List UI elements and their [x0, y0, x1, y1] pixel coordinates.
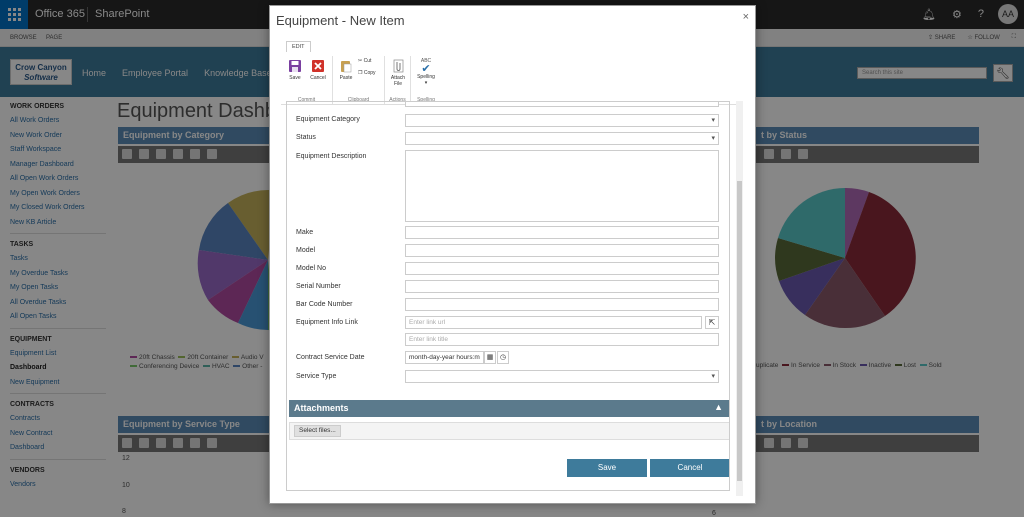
serial-number-label: Serial Number [296, 283, 341, 290]
paste-button[interactable]: Paste [336, 59, 356, 81]
ribbon-group-commit: Save Cancel Commit [281, 56, 333, 104]
paste-label: Paste [339, 75, 353, 81]
open-link-icon[interactable]: ⇱ [705, 316, 719, 329]
new-item-form: Equipment Category Status Equipment Desc… [286, 101, 730, 491]
paperclip-icon [393, 59, 404, 73]
model-no-input[interactable] [405, 262, 719, 275]
save-button[interactable]: Save [567, 459, 647, 477]
attach-label-2: File [393, 81, 403, 87]
calendar-icon[interactable]: ▦ [484, 351, 496, 364]
status-select[interactable] [405, 132, 719, 145]
sharepoint-page: Office 365 SharePoint 🔔︎ ⚙ ? AA BROWSE P… [0, 0, 1024, 517]
scrollbar-thumb[interactable] [737, 181, 742, 481]
new-item-dialog: Equipment - New Item × EDIT Save Cancel … [269, 5, 756, 504]
equipment-category-select[interactable] [405, 114, 719, 127]
close-icon[interactable]: × [743, 11, 749, 23]
dialog-title: Equipment - New Item [276, 13, 405, 28]
attach-file-button[interactable]: Attach File [387, 59, 409, 87]
cancel-button[interactable]: Cancel [650, 459, 729, 477]
equipment-description-label: Equipment Description [296, 153, 367, 160]
service-type-label: Service Type [296, 373, 337, 380]
ribbon-group-actions: Attach File Actions [385, 56, 411, 104]
ribbon-group-clipboard: Paste ✂ Cut ❐ Copy Clipboard [333, 56, 385, 104]
cancel-ribbon-label: Cancel [310, 75, 326, 81]
model-no-label: Model No [296, 265, 326, 272]
equipment-info-link-label: Equipment Info Link [296, 319, 358, 326]
copy-label: Copy [363, 70, 376, 76]
bar-code-number-input[interactable] [405, 298, 719, 311]
link-title-input[interactable]: Enter link title [405, 333, 719, 346]
model-label: Model [296, 247, 316, 254]
save-ribbon-label: Save [289, 75, 301, 81]
ribbon-group-spelling: ABC ✔ Spelling ▾ Spelling [411, 56, 441, 104]
service-type-select[interactable] [405, 370, 719, 383]
checkmark-icon: ✔ [421, 63, 431, 75]
copy-icon: ❐ [358, 70, 363, 76]
contract-service-date-label: Contract Service Date [296, 354, 365, 361]
dialog-scrollbar[interactable] [736, 101, 743, 496]
bar-code-number-label: Bar Code Number [296, 301, 353, 308]
spelling-button[interactable]: ABC ✔ Spelling ▾ [414, 58, 438, 86]
make-input[interactable] [405, 226, 719, 239]
status-label: Status [296, 134, 316, 141]
clock-icon[interactable]: ◷ [497, 351, 509, 364]
cancel-ribbon-button[interactable]: Cancel [307, 59, 329, 81]
save-ribbon-button[interactable]: Save [285, 59, 305, 81]
chevron-up-icon[interactable]: ▲ [714, 402, 723, 412]
paste-icon [341, 61, 352, 73]
model-input[interactable] [405, 244, 719, 257]
link-url-input[interactable]: Enter link url [405, 316, 702, 329]
equipment-category-label: Equipment Category [296, 116, 360, 123]
spelling-label: Spelling [417, 74, 435, 80]
serial-number-input[interactable] [405, 280, 719, 293]
dialog-ribbon: EDIT Save Cancel Commit Paste ✂ Cut ❐ Co… [281, 38, 742, 105]
contract-service-date-input[interactable]: month-day-year hours:m [405, 351, 484, 364]
equipment-description-textarea[interactable] [405, 150, 719, 222]
cancel-icon [312, 60, 324, 72]
attachments-row: Select files... [289, 422, 729, 440]
save-icon [289, 60, 301, 72]
scissors-icon: ✂ [358, 58, 363, 64]
make-label: Make [296, 229, 314, 236]
tab-edit[interactable]: EDIT [286, 41, 311, 52]
attachments-header[interactable]: Attachments ▲ [289, 400, 729, 417]
previous-field-input[interactable] [405, 102, 719, 107]
copy-button[interactable]: ❐ Copy [358, 70, 384, 76]
select-files-button[interactable]: Select files... [294, 425, 341, 437]
attachments-title: Attachments [294, 403, 349, 413]
cut-button[interactable]: ✂ Cut [358, 58, 384, 64]
cut-label: Cut [363, 58, 372, 64]
